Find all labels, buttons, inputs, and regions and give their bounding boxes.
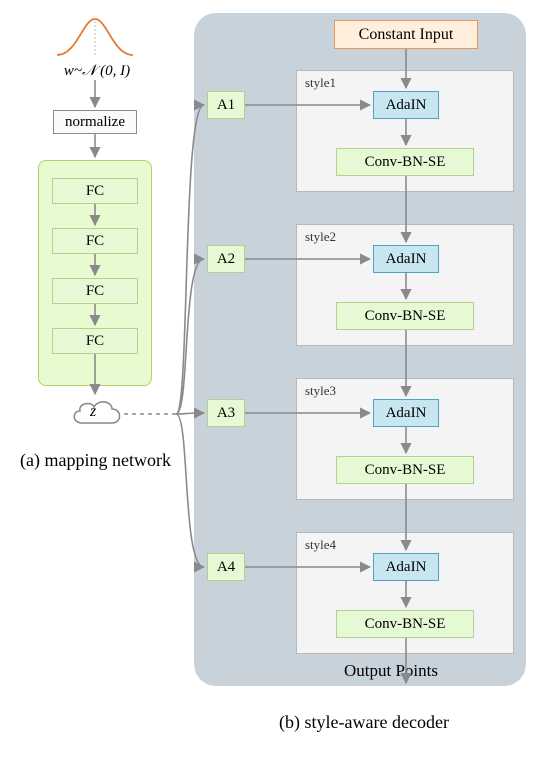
normalize-box: normalize xyxy=(53,110,137,134)
z-cloud-icon xyxy=(70,397,124,431)
fc-3-label: FC xyxy=(86,283,104,300)
style2-label: style2 xyxy=(305,229,336,245)
a3-label: A3 xyxy=(217,405,235,422)
fc-1-label: FC xyxy=(86,183,104,200)
fc-1: FC xyxy=(52,178,138,204)
a1-label: A1 xyxy=(217,97,235,114)
constant-input-label: Constant Input xyxy=(359,26,454,44)
adain-3-label: AdaIN xyxy=(386,405,427,422)
decoder-caption: (b) style-aware decoder xyxy=(224,712,504,733)
a4-box: A4 xyxy=(207,553,245,581)
conv-4-label: Conv-BN-SE xyxy=(365,616,446,633)
style3-label: style3 xyxy=(305,383,336,399)
adain-4-label: AdaIN xyxy=(386,559,427,576)
latent-label: w~𝒩 (0, I) xyxy=(42,62,152,80)
conv-2-label: Conv-BN-SE xyxy=(365,308,446,325)
a1-box: A1 xyxy=(207,91,245,119)
conv-1-label: Conv-BN-SE xyxy=(365,154,446,171)
adain-4: AdaIN xyxy=(373,553,439,581)
fc-2: FC xyxy=(52,228,138,254)
adain-1-label: AdaIN xyxy=(386,97,427,114)
conv-3: Conv-BN-SE xyxy=(336,456,474,484)
mapping-caption: (a) mapping network xyxy=(18,450,173,471)
adain-3: AdaIN xyxy=(373,399,439,427)
latent-text: w~𝒩 (0, I) xyxy=(64,63,130,79)
fc-4-label: FC xyxy=(86,333,104,350)
adain-2-label: AdaIN xyxy=(386,251,427,268)
a4-label: A4 xyxy=(217,559,235,576)
gaussian-icon xyxy=(55,15,135,60)
conv-1: Conv-BN-SE xyxy=(336,148,474,176)
normalize-label: normalize xyxy=(65,114,125,131)
adain-2: AdaIN xyxy=(373,245,439,273)
conv-3-label: Conv-BN-SE xyxy=(365,462,446,479)
adain-1: AdaIN xyxy=(373,91,439,119)
z-label: z xyxy=(90,403,96,421)
a3-box: A3 xyxy=(207,399,245,427)
a2-box: A2 xyxy=(207,245,245,273)
fc-2-label: FC xyxy=(86,233,104,250)
fc-4: FC xyxy=(52,328,138,354)
a2-label: A2 xyxy=(217,251,235,268)
fc-3: FC xyxy=(52,278,138,304)
conv-4: Conv-BN-SE xyxy=(336,610,474,638)
style4-label: style4 xyxy=(305,537,336,553)
style1-label: style1 xyxy=(305,75,336,91)
output-points-label: Output Points xyxy=(344,661,438,681)
constant-input-box: Constant Input xyxy=(334,20,478,49)
conv-2: Conv-BN-SE xyxy=(336,302,474,330)
